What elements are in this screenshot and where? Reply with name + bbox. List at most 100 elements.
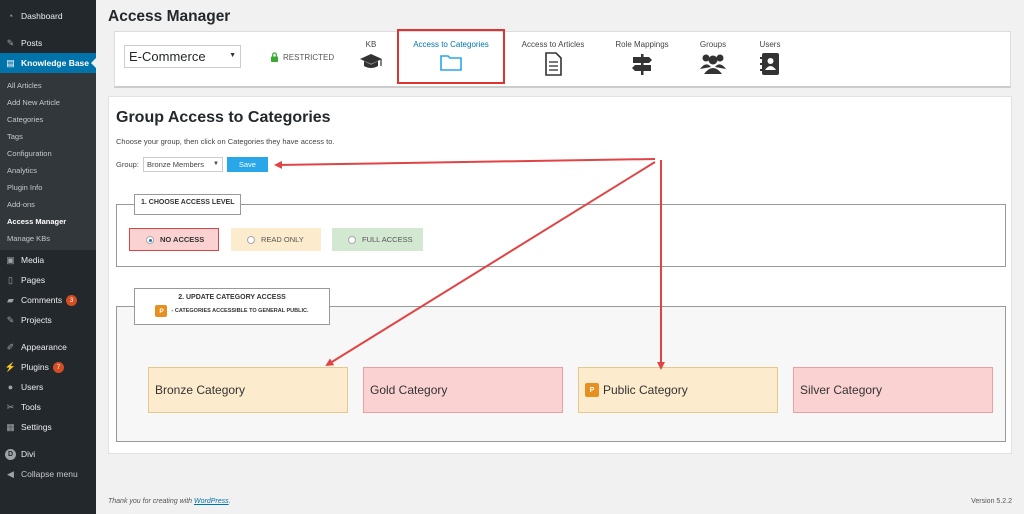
access-manager-toolbar: E-Commerce ▼ RESTRICTED KB Access to Cat… bbox=[114, 29, 1011, 88]
tab-users[interactable]: Users bbox=[755, 40, 785, 76]
radio-unchecked[interactable] bbox=[247, 235, 255, 244]
divi-icon: D bbox=[5, 448, 16, 460]
menu-divi[interactable]: D Divi bbox=[0, 444, 96, 464]
collapse-icon: ◀ bbox=[7, 468, 14, 479]
group-users-icon bbox=[700, 54, 726, 74]
radio-unchecked[interactable] bbox=[348, 235, 356, 244]
step2-title: 2. UPDATE CATEGORY ACCESS bbox=[178, 294, 286, 301]
category-public[interactable]: P Public Category bbox=[578, 367, 778, 413]
tab-groups[interactable]: Groups bbox=[698, 40, 728, 74]
group-select-value: Bronze Members bbox=[146, 160, 205, 169]
wordpress-link[interactable]: WordPress bbox=[194, 498, 229, 505]
restricted-indicator: RESTRICTED bbox=[270, 52, 334, 62]
submenu-plugin-info[interactable]: Plugin Info bbox=[0, 179, 96, 196]
access-option-no-access[interactable]: NO ACCESS bbox=[129, 228, 219, 251]
tab-label: Access to Articles bbox=[521, 40, 585, 49]
tab-label: KB bbox=[365, 40, 377, 49]
menu-label: Divi bbox=[21, 449, 36, 459]
footer-text: Thank you for creating with bbox=[108, 498, 194, 505]
collapse-menu-button[interactable]: ◀ Collapse menu bbox=[0, 464, 96, 484]
submenu-add-new-article[interactable]: Add New Article bbox=[0, 94, 96, 111]
public-badge-icon: P bbox=[585, 383, 599, 397]
category-access-fieldset: 2. UPDATE CATEGORY ACCESS P - CATEGORIES… bbox=[116, 288, 1006, 442]
menu-label: Settings bbox=[21, 422, 52, 432]
group-row: Group: Bronze Members ▼ Save bbox=[116, 157, 268, 172]
tab-kb[interactable]: KB bbox=[358, 40, 384, 72]
menu-label: Dashboard bbox=[21, 11, 63, 21]
tab-access-to-categories[interactable]: Access to Categories bbox=[397, 29, 505, 84]
dashboard-icon: ◔ bbox=[7, 11, 14, 21]
submenu-analytics[interactable]: Analytics bbox=[0, 162, 96, 179]
menu-label: Knowledge Base bbox=[21, 58, 90, 68]
settings-icon: ▦ bbox=[6, 421, 15, 432]
kb-select-value: E-Commerce bbox=[129, 49, 206, 64]
category-label: Bronze Category bbox=[155, 383, 246, 397]
access-option-full-access[interactable]: FULL ACCESS bbox=[332, 228, 423, 251]
submenu-add-ons[interactable]: Add-ons bbox=[0, 196, 96, 213]
menu-media[interactable]: ▣ Media bbox=[0, 250, 96, 270]
kb-submenu: All Articles Add New Article Categories … bbox=[0, 73, 96, 250]
category-label: Public Category bbox=[603, 383, 688, 397]
tab-label: Users bbox=[759, 40, 781, 49]
access-level-fieldset: 1. CHOOSE ACCESS LEVEL NO ACCESS READ ON… bbox=[116, 194, 1006, 267]
submenu-configuration[interactable]: Configuration bbox=[0, 145, 96, 162]
tab-access-to-articles[interactable]: Access to Articles bbox=[518, 40, 588, 76]
save-button[interactable]: Save bbox=[226, 157, 268, 172]
address-book-icon bbox=[760, 53, 779, 75]
radio-checked[interactable] bbox=[146, 235, 154, 244]
category-silver[interactable]: Silver Category bbox=[793, 367, 993, 413]
menu-label: Posts bbox=[21, 38, 43, 48]
lock-icon bbox=[270, 52, 279, 62]
step2-legend: 2. UPDATE CATEGORY ACCESS P - CATEGORIES… bbox=[134, 288, 330, 325]
media-icon: ▣ bbox=[6, 254, 15, 265]
menu-appearance[interactable]: ✐ Appearance bbox=[0, 337, 96, 357]
submenu-categories[interactable]: Categories bbox=[0, 111, 96, 128]
comments-count-badge: 3 bbox=[66, 294, 78, 306]
user-icon: ● bbox=[7, 382, 14, 392]
kb-select[interactable]: E-Commerce ▼ bbox=[124, 45, 241, 68]
menu-projects[interactable]: ✎ Projects bbox=[0, 310, 96, 330]
menu-plugins[interactable]: ⚡ Plugins 7 bbox=[0, 357, 96, 377]
pin-icon: ✎ bbox=[6, 37, 15, 48]
category-label: Silver Category bbox=[800, 383, 883, 397]
menu-comments[interactable]: ▰ Comments 3 bbox=[0, 290, 96, 310]
plugins-count-badge: 7 bbox=[52, 361, 64, 373]
menu-knowledge-base[interactable]: ▤ Knowledge Base bbox=[0, 53, 96, 73]
access-option-label: READ ONLY bbox=[261, 235, 304, 244]
tab-label: Groups bbox=[699, 40, 727, 49]
graduation-cap-icon bbox=[360, 54, 382, 68]
step1-legend: 1. CHOOSE ACCESS LEVEL bbox=[134, 194, 242, 215]
menu-pages[interactable]: ▯ Pages bbox=[0, 270, 96, 290]
menu-dashboard[interactable]: ◔ Dashboard bbox=[0, 6, 96, 26]
admin-sidebar: ◔ Dashboard ✎ Posts ▤ Knowledge Base All… bbox=[0, 0, 96, 514]
category-gold[interactable]: Gold Category bbox=[363, 367, 563, 413]
restricted-label: RESTRICTED bbox=[283, 52, 335, 62]
comment-icon: ▰ bbox=[7, 294, 14, 305]
category-bronze[interactable]: Bronze Category bbox=[148, 367, 348, 413]
access-option-read-only[interactable]: READ ONLY bbox=[231, 228, 321, 251]
category-label: Gold Category bbox=[370, 383, 448, 397]
plug-icon: ⚡ bbox=[4, 361, 17, 372]
group-select[interactable]: Bronze Members ▼ bbox=[142, 157, 223, 172]
tab-role-mappings[interactable]: Role Mappings bbox=[610, 40, 674, 76]
book-icon: ▤ bbox=[6, 57, 15, 68]
menu-label: Pages bbox=[21, 275, 46, 285]
menu-posts[interactable]: ✎ Posts bbox=[0, 33, 96, 53]
menu-users[interactable]: ● Users bbox=[0, 377, 96, 397]
submenu-access-manager[interactable]: Access Manager bbox=[0, 213, 96, 230]
menu-settings[interactable]: ▦ Settings bbox=[0, 417, 96, 437]
pin-icon: ✎ bbox=[6, 314, 15, 325]
menu-label: Plugins bbox=[21, 362, 49, 372]
folder-icon bbox=[440, 55, 462, 71]
menu-label: Tools bbox=[21, 402, 41, 412]
menu-tools[interactable]: ✂ Tools bbox=[0, 397, 96, 417]
menu-label: Projects bbox=[21, 315, 52, 325]
submenu-manage-kbs[interactable]: Manage KBs bbox=[0, 230, 96, 247]
menu-label: Users bbox=[21, 382, 44, 392]
submenu-tags[interactable]: Tags bbox=[0, 128, 96, 145]
submenu-all-articles[interactable]: All Articles bbox=[0, 77, 96, 94]
menu-label: Collapse menu bbox=[21, 469, 78, 479]
access-option-label: FULL ACCESS bbox=[362, 235, 413, 244]
menu-label: Comments bbox=[21, 295, 63, 305]
menu-label: Appearance bbox=[21, 342, 67, 352]
